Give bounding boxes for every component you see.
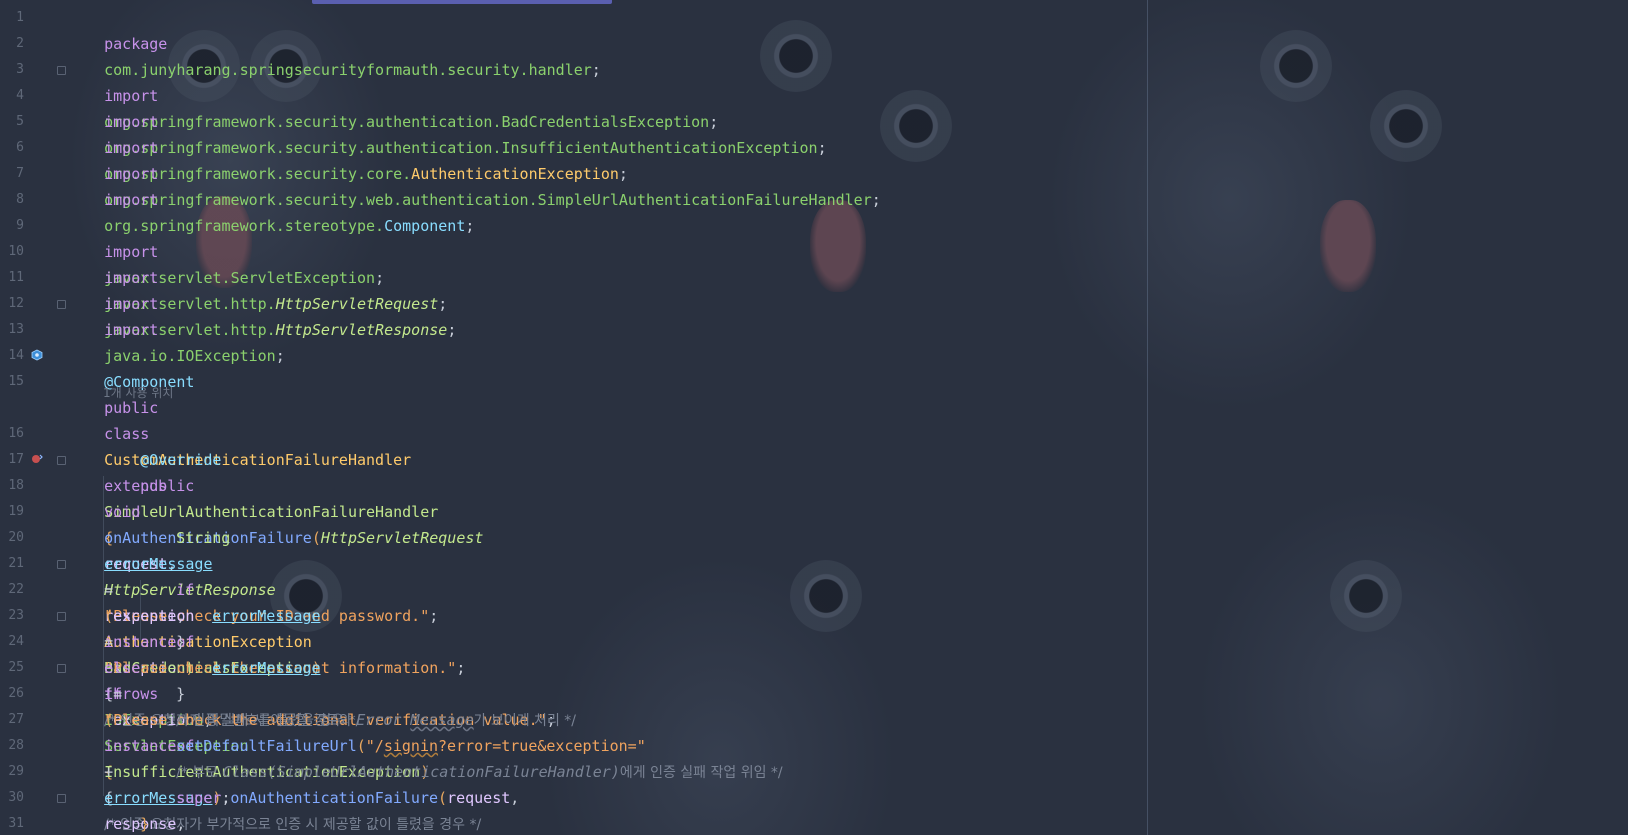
fold-marker[interactable] (57, 456, 66, 465)
code-line[interactable]: errorMessage = "Please check the account… (68, 577, 465, 677)
line-number: 6 (16, 140, 24, 155)
line-number: 25 (8, 660, 24, 675)
code-line[interactable]: @Override (68, 421, 221, 469)
keyword: import (104, 191, 159, 209)
background-eye-shape (1370, 90, 1442, 162)
fold-marker[interactable] (57, 664, 66, 673)
line-number: 31 (8, 816, 24, 831)
code-line[interactable]: /* 인증 실패 시 이동할 경로와 Error Message가 보이게 처리… (68, 681, 576, 729)
code-line[interactable]: } (68, 785, 149, 833)
background-eye-shape (1260, 30, 1332, 102)
code-line[interactable]: import javax.servlet.ServletException; (68, 213, 384, 287)
line-number: 16 (8, 426, 24, 441)
line-number: 26 (8, 686, 24, 701)
line-number: 21 (8, 556, 24, 571)
bean-component-icon[interactable] (31, 349, 43, 361)
fold-marker[interactable] (57, 300, 66, 309)
code-line[interactable]: import javax.servlet.http.HttpServletReq… (68, 239, 447, 313)
class-name: Component (384, 217, 466, 235)
line-number: 9 (16, 218, 24, 233)
semicolon: ; (447, 321, 457, 339)
code-line[interactable]: String errorMessage = "Please check your… (68, 499, 438, 625)
code-line[interactable]: } (68, 811, 113, 835)
code-line[interactable]: import org.springframework.security.auth… (68, 57, 718, 131)
line-number: 5 (16, 114, 24, 129)
code-line[interactable]: import org.springframework.security.auth… (68, 83, 826, 157)
brace: } (140, 815, 150, 833)
type-name: String (176, 529, 231, 547)
code-line[interactable]: package com.junyharang.springsecurityfor… (68, 5, 601, 79)
code-line[interactable]: import javax.servlet.http.HttpServletRes… (68, 265, 456, 339)
line-number: 13 (8, 322, 24, 337)
background-eye-shape (790, 560, 862, 632)
code-line[interactable]: import org.springframework.stereotype.Co… (68, 161, 474, 235)
semicolon: ; (465, 217, 475, 235)
keyword: package (104, 35, 168, 53)
keyword: super (176, 789, 222, 807)
code-line[interactable]: if (exception instanceof BadCredentialsE… (68, 551, 360, 729)
semicolon: ; (438, 295, 448, 313)
line-number: 20 (8, 530, 24, 545)
line-number: 30 (8, 790, 24, 805)
line-number: 28 (8, 738, 24, 753)
horizontal-scroll-thumb[interactable] (312, 0, 612, 4)
code-line[interactable]: import org.springframework.security.web.… (68, 135, 881, 209)
line-number: 19 (8, 504, 24, 519)
keyword: import (104, 321, 159, 339)
right-margin-guide (1147, 0, 1148, 835)
fold-marker[interactable] (57, 66, 66, 75)
package-path: org.springframework.security.web.authent… (104, 191, 538, 209)
code-line[interactable]: } (68, 655, 185, 703)
code-line[interactable]: setDefaultFailureUrl("/signin?error=true… (68, 707, 646, 807)
line-number: 22 (8, 582, 24, 597)
line-number: 23 (8, 608, 24, 623)
line-number: 15 (8, 374, 24, 389)
line-number: 14 (8, 348, 24, 363)
class-name: HttpServletResponse (275, 321, 448, 339)
line-number: 10 (8, 244, 24, 259)
class-name: HttpServletRequest (275, 295, 439, 313)
fold-marker[interactable] (57, 612, 66, 621)
background-eye-shape (1330, 560, 1402, 632)
code-editor[interactable]: 1 2 3 4 5 6 7 8 9 10 11 12 13 14 15 16 1… (0, 0, 1628, 835)
override-method-icon[interactable] (31, 453, 43, 465)
line-number: 12 (8, 296, 24, 311)
line-number: 4 (16, 88, 24, 103)
line-number: 18 (8, 478, 24, 493)
line-number: 8 (16, 192, 24, 207)
code-line[interactable]: super.onAuthenticationFailure(request, r… (68, 759, 519, 833)
line-number: 1 (16, 10, 24, 25)
line-number: 3 (16, 62, 24, 77)
variable-name: errorMessage (212, 659, 321, 677)
background-tongue-shape (1320, 200, 1376, 292)
background-eye-shape (880, 90, 952, 162)
code-line[interactable]: /* 부모 Class(SimpleUrlAuthenticationFailu… (68, 733, 783, 781)
semicolon: ; (871, 191, 881, 209)
fold-marker[interactable] (57, 794, 66, 803)
class-name: SimpleUrlAuthenticationFailureHandler (537, 191, 872, 209)
line-number: 7 (16, 166, 24, 181)
line-number: 2 (16, 36, 24, 51)
semicolon: ; (709, 113, 719, 131)
semicolon: ; (618, 165, 628, 183)
fold-marker[interactable] (57, 560, 66, 569)
line-number: 11 (8, 270, 24, 285)
background-tongue-shape (810, 200, 866, 292)
line-number: 17 (8, 452, 24, 467)
method-call: onAuthenticationFailure (230, 789, 439, 807)
background-eye-shape (760, 20, 832, 92)
code-line[interactable]: import java.io.IOException; (68, 291, 285, 365)
code-line[interactable]: import org.springframework.security.core… (68, 109, 628, 183)
keyword: public (140, 477, 195, 495)
line-number: 24 (8, 634, 24, 649)
code-line[interactable]: public void onAuthenticationFailure(Http… (68, 447, 483, 781)
code-line[interactable]: } else if (exception instanceof Insuffic… (68, 603, 481, 833)
usage-hint[interactable]: 1개 사용 위치 (103, 383, 173, 403)
param-type: HttpServletRequest (320, 529, 484, 547)
code-line[interactable]: @Component public class CustomAuthentica… (68, 343, 438, 547)
line-number: 29 (8, 764, 24, 779)
code-line[interactable]: errorMessage = "Please check the additio… (68, 629, 556, 729)
line-number: 27 (8, 712, 24, 727)
